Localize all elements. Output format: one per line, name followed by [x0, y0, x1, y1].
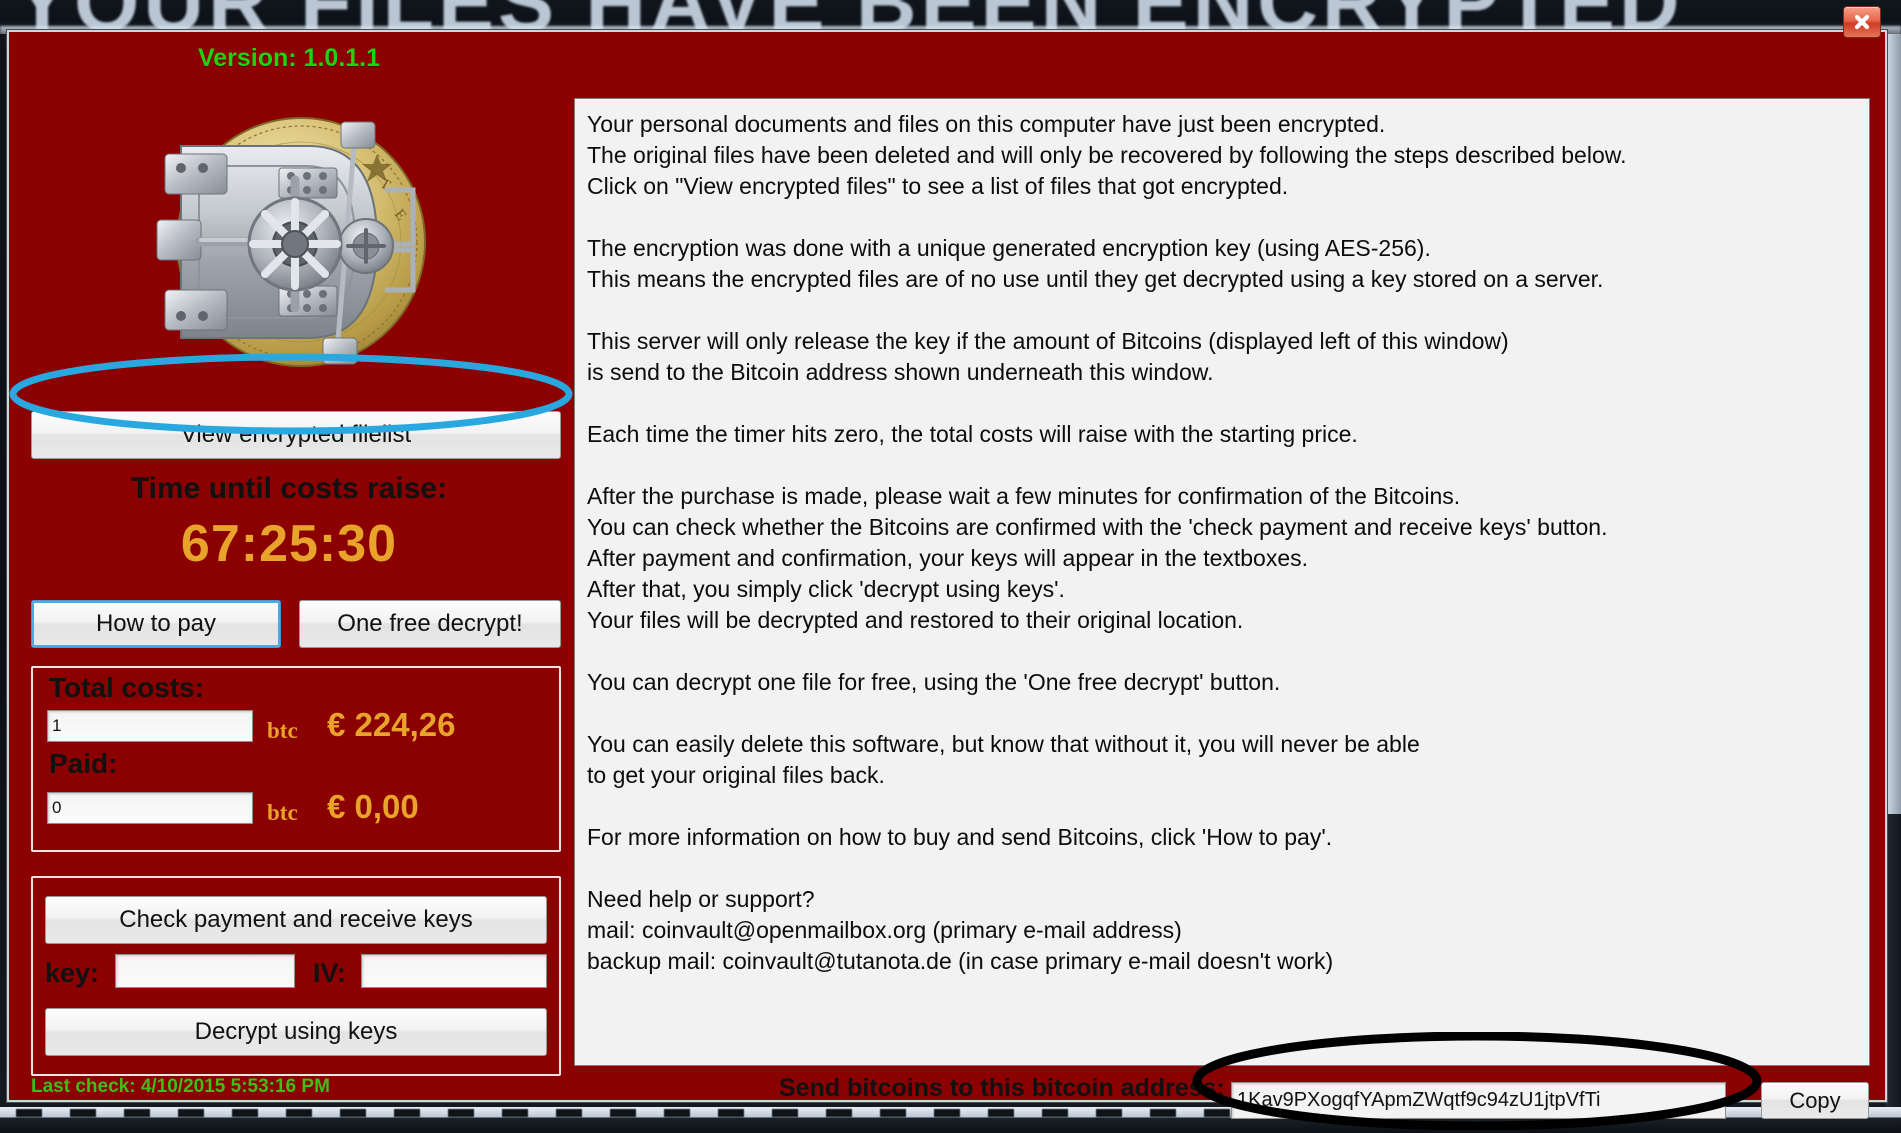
paid-eur: € 0,00	[327, 788, 419, 825]
decrypt-using-keys-button[interactable]: Decrypt using keys	[45, 1008, 547, 1056]
total-costs-eur: € 224,26	[327, 706, 456, 743]
close-window-button[interactable]	[1843, 6, 1881, 38]
iv-input[interactable]	[361, 954, 547, 988]
one-free-decrypt-button[interactable]: One free decrypt!	[299, 600, 561, 648]
key-input[interactable]	[115, 954, 295, 988]
ransom-message-text: Your personal documents and files on thi…	[587, 111, 1627, 974]
bank-vault-icon: T E B E	[141, 94, 441, 384]
paid-btc-input[interactable]	[47, 792, 253, 824]
total-btc-unit: btc	[267, 718, 298, 743]
how-to-pay-button[interactable]: How to pay	[31, 600, 281, 648]
send-bitcoins-label: Send bitcoins to this bitcoin address:	[779, 1074, 1225, 1102]
bitcoin-address-input[interactable]	[1231, 1082, 1726, 1119]
close-icon	[1854, 14, 1870, 30]
left-panel: Version: 1.0.1.1 T E View encrypted file…	[9, 32, 569, 1100]
right-edge-strip	[1885, 34, 1901, 814]
view-encrypted-filelist-button[interactable]: View encrypted filelist	[31, 411, 561, 459]
ransom-message-panel: Your personal documents and files on thi…	[574, 98, 1870, 1066]
ransom-window: Version: 1.0.1.1 T E View encrypted file…	[7, 6, 1887, 1119]
timer-value: 67:25:30	[180, 515, 398, 573]
total-costs-btc-input[interactable]	[47, 710, 253, 742]
version-label: Version: 1.0.1.1	[197, 44, 381, 72]
paid-btc-unit: btc	[267, 800, 298, 825]
check-payment-button[interactable]: Check payment and receive keys	[45, 896, 547, 944]
paid-label: Paid:	[49, 748, 118, 779]
key-label: key:	[45, 958, 100, 988]
iv-label: IV:	[313, 958, 347, 988]
copy-button[interactable]: Copy	[1761, 1082, 1869, 1119]
total-costs-label: Total costs:	[49, 672, 205, 703]
screenshot-root: YOUR FILES HAVE BEEN ENCRYPTED Version: …	[0, 0, 1901, 1133]
clipped-banner: YOUR FILES HAVE BEEN ENCRYPTED	[0, 0, 1901, 34]
timer-label: Time until costs raise:	[130, 472, 448, 505]
right-edge-strip-lower	[1885, 814, 1901, 1107]
